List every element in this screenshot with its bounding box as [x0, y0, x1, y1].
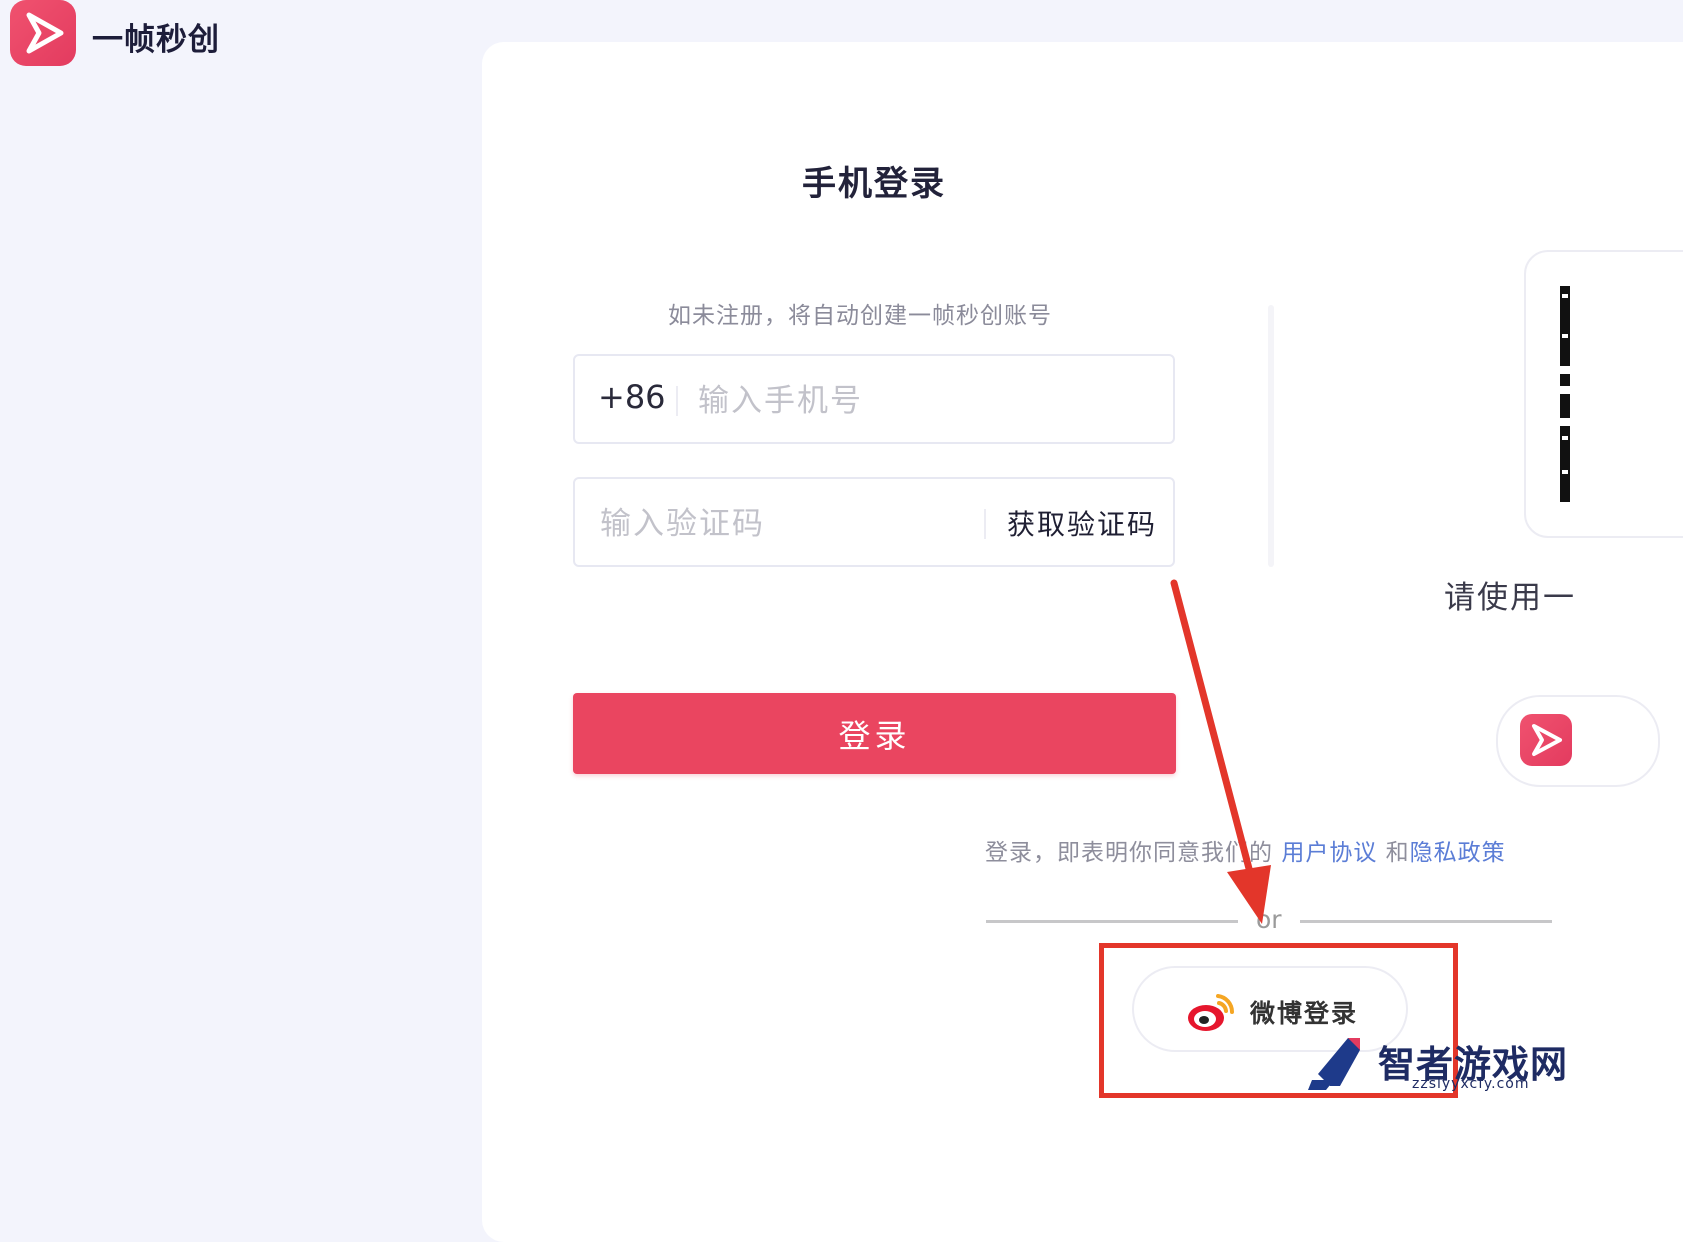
watermark-logo-icon	[1308, 1038, 1360, 1090]
watermark-url: zzslyyxcfy.com	[1412, 1076, 1530, 1092]
annotation-arrow	[1170, 579, 1271, 924]
